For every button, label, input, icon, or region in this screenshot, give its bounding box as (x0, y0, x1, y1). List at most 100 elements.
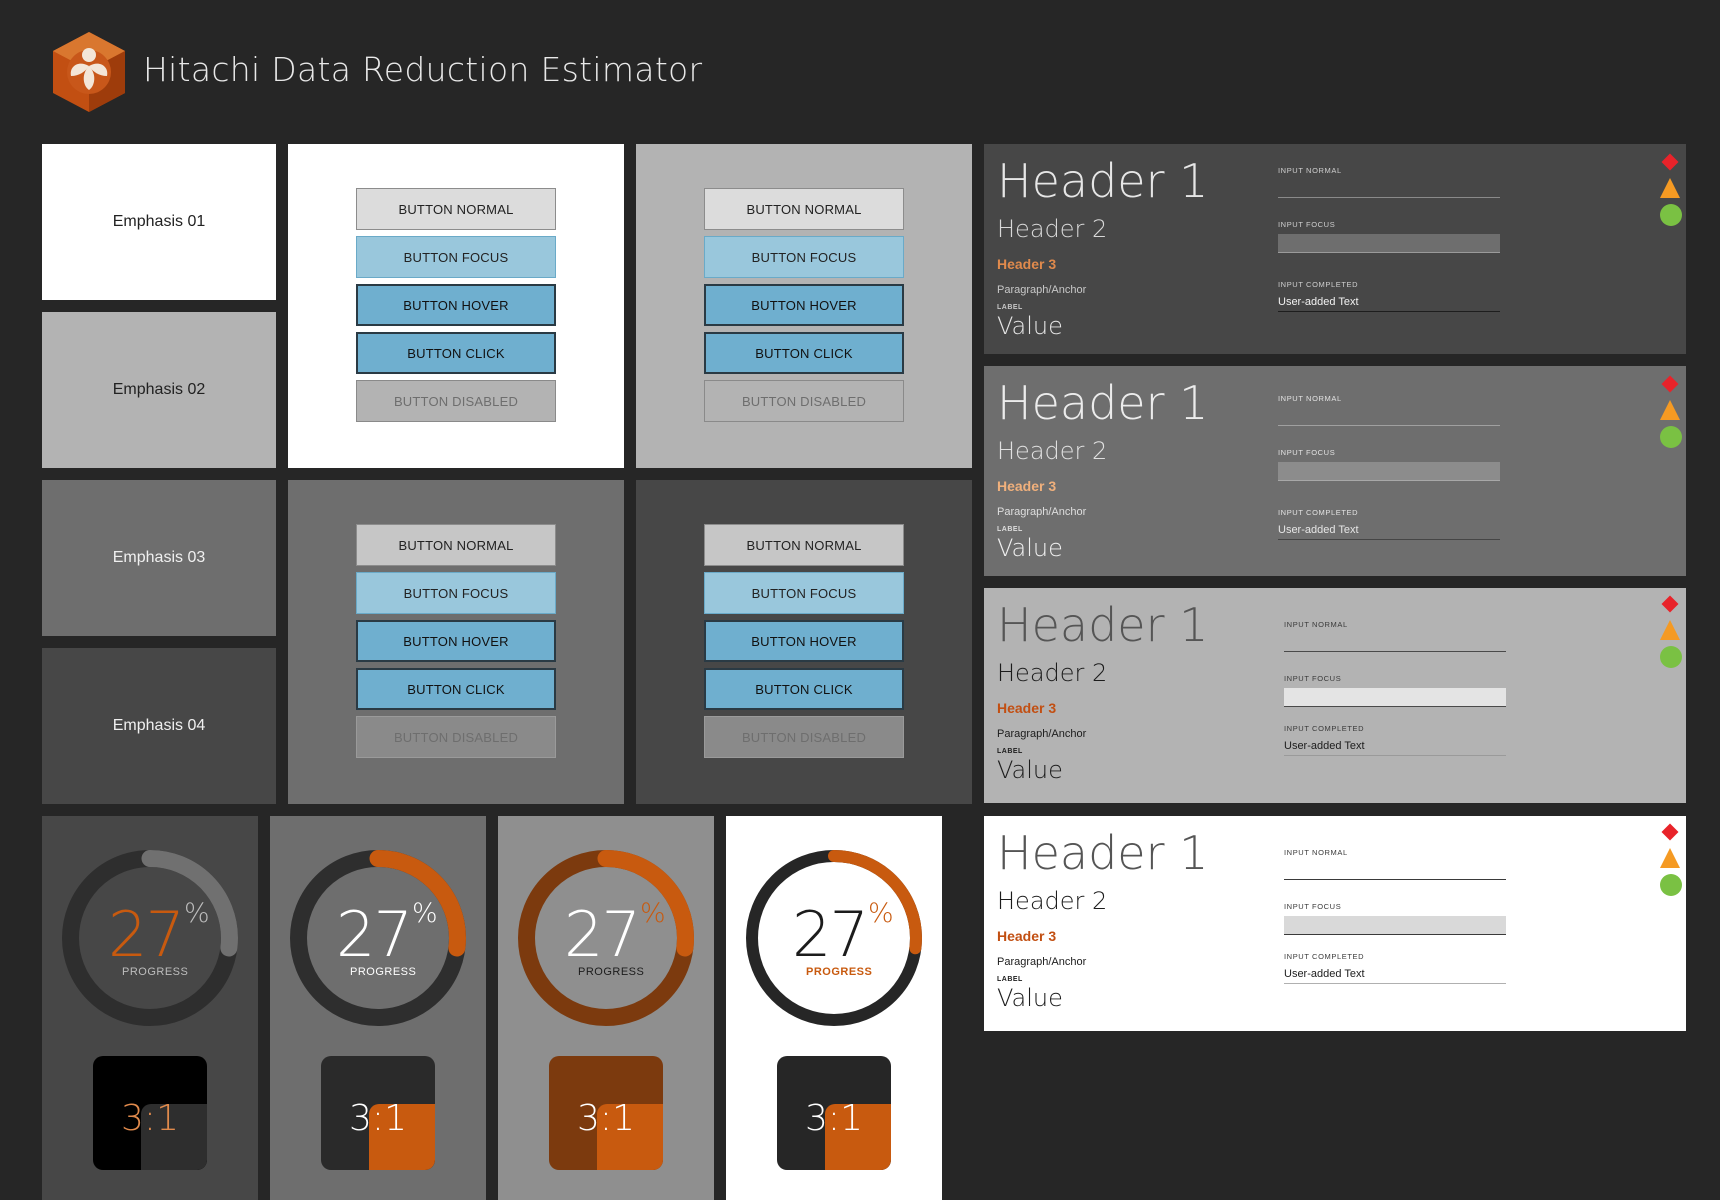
progress-label: PROGRESS (122, 966, 189, 978)
header-3-sample: Header 3 (997, 256, 1057, 272)
input-focus-label: INPUT FOCUS (1284, 902, 1342, 911)
app-title: Hitachi Data Reduction Estimator (143, 50, 703, 89)
emphasis-03-swatch: Emphasis 03 (42, 480, 276, 636)
input-focus-label: INPUT FOCUS (1278, 448, 1336, 457)
input-normal-field[interactable] (1284, 651, 1506, 652)
reduction-ratio-value: 3:1 (577, 1097, 635, 1139)
header-1-sample: Header 1 (997, 826, 1209, 880)
button-normal[interactable]: BUTTON NORMAL (704, 524, 904, 566)
input-completed-underline (1278, 539, 1500, 540)
reduction-ratio-value: 3:1 (121, 1097, 179, 1139)
button-hover[interactable]: BUTTON HOVER (356, 284, 556, 326)
progress-value: 27 (336, 898, 413, 971)
input-normal-field[interactable] (1278, 425, 1500, 426)
button-focus[interactable]: BUTTON FOCUS (704, 572, 904, 614)
value-sample: Value (997, 756, 1063, 784)
button-click[interactable]: BUTTON CLICK (704, 332, 904, 374)
type-panel-white: Header 1 Header 2 Header 3 Paragraph/Anc… (984, 816, 1686, 1031)
header-1-sample: Header 1 (997, 154, 1209, 208)
reduction-ratio-tile: 3:1 (321, 1056, 435, 1170)
progress-unit: % (640, 898, 666, 929)
button-normal[interactable]: BUTTON NORMAL (704, 188, 904, 230)
label-sample: LABEL (997, 748, 1023, 755)
reduction-ratio-value: 3:1 (805, 1097, 863, 1139)
button-disabled: BUTTON DISABLED (356, 380, 556, 422)
input-normal-label: INPUT NORMAL (1278, 394, 1342, 403)
success-circle-icon (1660, 204, 1682, 226)
error-diamond-icon (1661, 375, 1679, 393)
emphasis-01-swatch: Emphasis 01 (42, 144, 276, 300)
input-normal-label: INPUT NORMAL (1284, 848, 1348, 857)
type-panel-mid: Header 1 Header 2 Header 3 Paragraph/Anc… (984, 366, 1686, 576)
input-focus-field[interactable] (1278, 234, 1500, 253)
input-completed-value[interactable]: User-added Text (1278, 524, 1359, 536)
header-3-sample: Header 3 (997, 478, 1057, 494)
input-normal-field[interactable] (1284, 879, 1506, 880)
value-sample: Value (997, 312, 1063, 340)
paragraph-anchor-sample[interactable]: Paragraph/Anchor (997, 956, 1086, 968)
button-hover[interactable]: BUTTON HOVER (704, 620, 904, 662)
progress-unit: % (184, 898, 210, 929)
app-logo-icon (51, 30, 127, 114)
paragraph-anchor-sample[interactable]: Paragraph/Anchor (997, 506, 1086, 518)
input-normal-label: INPUT NORMAL (1284, 620, 1348, 629)
success-circle-icon (1660, 874, 1682, 896)
error-diamond-icon (1661, 823, 1679, 841)
paragraph-anchor-sample[interactable]: Paragraph/Anchor (997, 728, 1086, 740)
progress-unit: % (412, 898, 438, 929)
header-3-sample: Header 3 (997, 700, 1057, 716)
input-completed-value[interactable]: User-added Text (1278, 296, 1359, 308)
button-focus[interactable]: BUTTON FOCUS (704, 236, 904, 278)
input-completed-label: INPUT COMPLETED (1278, 508, 1359, 517)
progress-tile-mid: 27 % PROGRESS 3:1 (270, 816, 486, 1200)
button-click[interactable]: BUTTON CLICK (356, 332, 556, 374)
button-click[interactable]: BUTTON CLICK (356, 668, 556, 710)
progress-label: PROGRESS (350, 966, 417, 978)
progress-value: 27 (564, 898, 641, 971)
paragraph-anchor-sample[interactable]: Paragraph/Anchor (997, 284, 1086, 296)
button-disabled: BUTTON DISABLED (704, 380, 904, 422)
button-hover[interactable]: BUTTON HOVER (356, 620, 556, 662)
progress-value: 27 (108, 898, 185, 971)
emphasis-label: Emphasis 01 (112, 213, 206, 230)
button-panel-light-gray: BUTTON NORMAL BUTTON FOCUS BUTTON HOVER … (636, 144, 972, 468)
button-hover[interactable]: BUTTON HOVER (704, 284, 904, 326)
input-completed-label: INPUT COMPLETED (1284, 952, 1365, 961)
warning-triangle-icon (1660, 400, 1680, 420)
input-completed-label: INPUT COMPLETED (1278, 280, 1359, 289)
progress-value: 27 (792, 898, 869, 971)
input-completed-label: INPUT COMPLETED (1284, 724, 1365, 733)
button-panel-mid-gray: BUTTON NORMAL BUTTON FOCUS BUTTON HOVER … (288, 480, 624, 804)
label-sample: LABEL (997, 304, 1023, 311)
input-completed-underline (1284, 983, 1506, 984)
button-normal[interactable]: BUTTON NORMAL (356, 188, 556, 230)
emphasis-label: Emphasis 03 (112, 549, 206, 566)
reduction-ratio-tile: 3:1 (549, 1056, 663, 1170)
button-disabled: BUTTON DISABLED (704, 716, 904, 758)
input-focus-field[interactable] (1284, 916, 1506, 935)
button-focus[interactable]: BUTTON FOCUS (356, 236, 556, 278)
header-3-sample: Header 3 (997, 928, 1057, 944)
button-normal[interactable]: BUTTON NORMAL (356, 524, 556, 566)
label-sample: LABEL (997, 976, 1023, 983)
progress-tile-dark: 27 % PROGRESS 3:1 (42, 816, 258, 1200)
value-sample: Value (997, 984, 1063, 1012)
button-focus[interactable]: BUTTON FOCUS (356, 572, 556, 614)
header-1-sample: Header 1 (997, 376, 1209, 430)
success-circle-icon (1660, 646, 1682, 668)
input-focus-label: INPUT FOCUS (1284, 674, 1342, 683)
input-completed-value[interactable]: User-added Text (1284, 968, 1365, 980)
input-normal-field[interactable] (1278, 197, 1500, 198)
progress-unit: % (868, 898, 894, 929)
button-click[interactable]: BUTTON CLICK (704, 668, 904, 710)
warning-triangle-icon (1660, 848, 1680, 868)
progress-tile-white: 27 % PROGRESS 3:1 (726, 816, 942, 1200)
emphasis-label: Emphasis 04 (112, 717, 206, 734)
button-panel-white: BUTTON NORMAL BUTTON FOCUS BUTTON HOVER … (288, 144, 624, 468)
input-completed-value[interactable]: User-added Text (1284, 740, 1365, 752)
header-2-sample: Header 2 (997, 659, 1108, 687)
input-focus-field[interactable] (1284, 688, 1506, 707)
input-completed-underline (1284, 755, 1506, 756)
input-focus-field[interactable] (1278, 462, 1500, 481)
progress-tile-light: 27 % PROGRESS 3:1 (498, 816, 714, 1200)
